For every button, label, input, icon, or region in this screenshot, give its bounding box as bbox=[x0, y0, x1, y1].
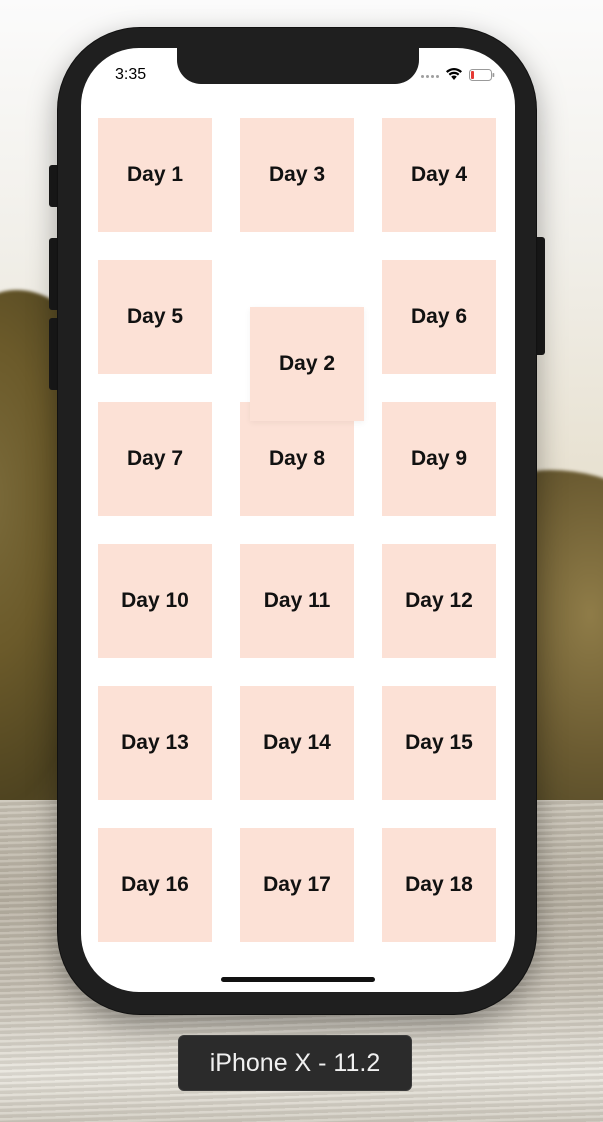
device-caption: iPhone X - 11.2 bbox=[178, 1035, 412, 1091]
day-cell[interactable]: Day 4 bbox=[382, 118, 496, 232]
day-cell[interactable]: Day 12 bbox=[382, 544, 496, 658]
status-bar-time: 3:35 bbox=[115, 66, 147, 83]
signal-dots-icon bbox=[421, 75, 443, 79]
day-cell[interactable]: Day 14 bbox=[240, 686, 354, 800]
day-cell[interactable]: Day 1 bbox=[98, 118, 212, 232]
wifi-icon bbox=[446, 68, 462, 80]
status-bar-indicators bbox=[419, 67, 499, 83]
day-cell[interactable]: Day 13 bbox=[98, 686, 212, 800]
day-cell[interactable]: Day 16 bbox=[98, 828, 212, 942]
day-cell[interactable]: Day 5 bbox=[98, 260, 212, 374]
day-cell[interactable]: Day 18 bbox=[382, 828, 496, 942]
home-indicator[interactable] bbox=[221, 977, 375, 982]
day-cell[interactable]: Day 11 bbox=[240, 544, 354, 658]
day-cell[interactable]: Day 3 bbox=[240, 118, 354, 232]
dragging-day-cell[interactable]: Day 2 bbox=[250, 307, 364, 421]
day-cell[interactable]: Day 17 bbox=[240, 828, 354, 942]
battery-low-icon bbox=[469, 69, 495, 81]
notch bbox=[177, 48, 419, 84]
day-cell[interactable]: Day 15 bbox=[382, 686, 496, 800]
simulator-screen: 3:35 Day 1 Day 3 Day 4 Day 5 Day 6 Day 7 Day 8… bbox=[81, 48, 515, 992]
day-cell[interactable]: Day 6 bbox=[382, 260, 496, 374]
day-cell[interactable]: Day 10 bbox=[98, 544, 212, 658]
day-cell[interactable]: Day 9 bbox=[382, 402, 496, 516]
day-cell[interactable]: Day 7 bbox=[98, 402, 212, 516]
